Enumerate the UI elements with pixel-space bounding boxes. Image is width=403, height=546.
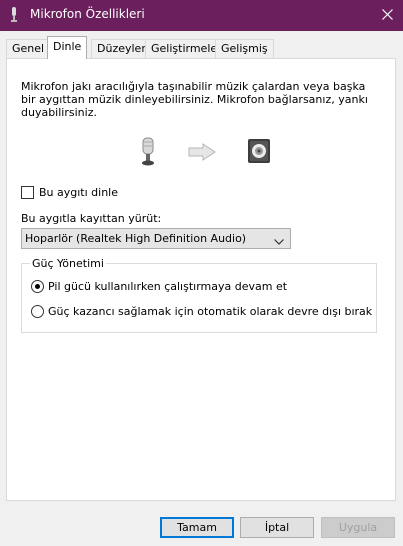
radio-keep-running[interactable] — [31, 280, 44, 293]
title-bar: Mikrofon Özellikleri — [0, 0, 403, 31]
listen-checkbox[interactable] — [21, 186, 34, 199]
apply-button[interactable]: Uygula — [321, 517, 395, 538]
playback-device-select[interactable]: Hoparlör (Realtek High Definition Audio) — [21, 228, 291, 249]
listen-checkbox-label[interactable]: Bu aygıtı dinle — [39, 186, 118, 199]
microphone-icon — [9, 7, 19, 23]
power-management-legend: Güç Yönetimi — [30, 257, 106, 270]
power-management-group — [21, 263, 377, 333]
tab-dinle[interactable]: Dinle — [47, 36, 88, 59]
microphone-icon — [139, 137, 157, 170]
close-button[interactable] — [371, 0, 403, 31]
radio-keep-running-label[interactable]: Pil gücü kullanılırken çalıştırmaya deva… — [48, 280, 287, 293]
arrow-right-icon — [188, 143, 216, 164]
cancel-button[interactable]: İptal — [240, 517, 314, 538]
tab-gelismis[interactable]: Gelişmiş — [215, 39, 274, 58]
close-icon — [382, 9, 393, 20]
chevron-down-icon — [274, 235, 284, 248]
speaker-icon — [247, 138, 273, 169]
playback-device-label: Bu aygıtla kayıttan yürüt: — [21, 212, 162, 225]
listen-description: Mikrofon jakı aracılığıyla taşınabilir m… — [21, 80, 368, 119]
playback-device-value: Hoparlör (Realtek High Definition Audio) — [25, 232, 247, 245]
window-title: Mikrofon Özellikleri — [30, 7, 145, 21]
tab-genel[interactable]: Genel — [6, 39, 51, 58]
radio-selected-dot — [35, 284, 40, 289]
radio-auto-disable[interactable] — [31, 305, 44, 318]
radio-auto-disable-label[interactable]: Güç kazancı sağlamak için otomatik olara… — [48, 305, 372, 318]
tab-duzeyler[interactable]: Düzeyler — [91, 39, 152, 58]
ok-button[interactable]: Tamam — [160, 517, 234, 538]
